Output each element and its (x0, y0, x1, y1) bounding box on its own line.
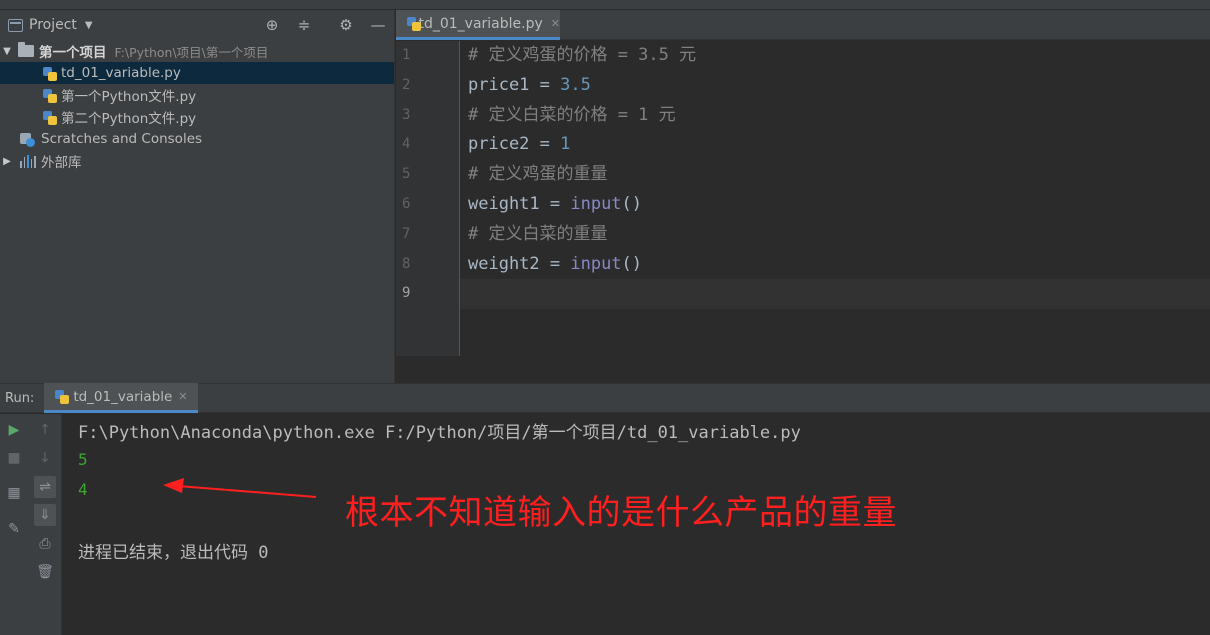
stop-icon[interactable]: ■ (3, 447, 25, 469)
file-name: 第一个Python文件.py (61, 89, 197, 105)
line-number: 4 (402, 136, 411, 153)
line-number: 8 (402, 255, 411, 272)
root-folder-name: 第一个项目 (39, 45, 107, 61)
code-line[interactable]: # 定义鸡蛋的重量 (460, 160, 1210, 190)
run-icon[interactable]: ▶ (3, 419, 25, 441)
code-text: weight1 = (468, 193, 571, 214)
project-toolbar: ⊕ ≑ ⚙ — (256, 10, 394, 40)
scroll-to-end-icon[interactable]: ⇓ (34, 504, 56, 526)
line-number: 6 (402, 195, 411, 212)
gear-icon[interactable]: ⚙ (330, 16, 362, 34)
project-panel-title: Project (29, 17, 77, 33)
folder-icon (18, 42, 34, 57)
code-comment: # 定义鸡蛋的重量 (468, 164, 608, 185)
code-builtin: input (570, 193, 622, 214)
console-exit-message: 进程已结束，退出代码 0 (78, 543, 269, 563)
code-editor[interactable]: 123456789 # 定义鸡蛋的价格 = 3.5 元 price1 = 3.5 #… (396, 41, 1210, 383)
editor-tab-bar: td_01_variable.py ✕ (396, 10, 1210, 40)
external-libs-label: 外部库 (41, 155, 82, 171)
code-line[interactable]: # 定义白菜的重量 (460, 220, 1210, 250)
python-file-icon (42, 88, 57, 103)
code-number: 1 (560, 134, 571, 155)
down-icon[interactable]: ↓ (34, 447, 56, 469)
chevron-down-icon[interactable]: ▼ (85, 20, 93, 31)
collapse-icon[interactable]: ≑ (288, 16, 320, 34)
code-line[interactable]: weight2 = input() (460, 250, 1210, 280)
code-text: () (621, 193, 643, 214)
tree-external-libs[interactable]: ▶ 外部库 (0, 150, 394, 172)
code-line[interactable]: price2 = 1 (460, 130, 1210, 160)
python-file-icon (54, 389, 70, 404)
code-text: price2 = (468, 134, 561, 155)
file-name: td_01_variable.py (61, 65, 181, 81)
code-comment: # 定义白菜的价格 = 1 元 (468, 104, 676, 125)
console-input-line: 4 (78, 480, 88, 499)
minimize-icon[interactable]: — (362, 16, 394, 34)
console-command: F:\Python\Anaconda\python.exe F:/Python/… (78, 423, 801, 443)
annotation-text: 根本不知道输入的是什么产品的重量 (345, 493, 897, 533)
pin-icon[interactable]: ✎ (3, 518, 25, 540)
run-tab[interactable]: td_01_variable ✕ (44, 383, 198, 413)
root-folder-path: F:\Python\项目\第一个项目 (114, 44, 269, 60)
code-line[interactable]: # 定义白菜的价格 = 1 元 (460, 101, 1210, 131)
run-tab-label: td_01_variable (73, 388, 173, 405)
code-text: () (621, 253, 643, 274)
run-toolbar: ▶ ↑ ■ ↓ ▦ ⇌ ⇓ ✎ ⎙ 🗑 (0, 414, 62, 635)
line-number-gutter: 1 2 3 4 5 6 7 8 9 (396, 41, 460, 356)
tree-file-item[interactable]: 第一个Python文件.py (0, 84, 394, 106)
print-icon[interactable]: ⎙ (34, 533, 56, 555)
run-label: Run: (5, 390, 35, 406)
expand-arrow-icon[interactable]: ▼ (0, 46, 14, 57)
line-number: 1 (402, 47, 411, 63)
code-builtin: input (570, 253, 622, 274)
expand-arrow-icon[interactable]: ▶ (0, 156, 14, 167)
scratches-icon (20, 132, 36, 147)
run-tab-bar: Run: td_01_variable ✕ (0, 383, 1210, 413)
close-icon[interactable]: ✕ (178, 390, 187, 403)
code-line[interactable]: weight1 = input() (460, 190, 1210, 220)
console-input-line: 5 (78, 450, 88, 469)
file-name: 第二个Python文件.py (61, 111, 197, 127)
line-number: 5 (402, 166, 411, 183)
line-number: 9 (402, 285, 411, 302)
editor-tab-label: td_01_variable.py (418, 15, 543, 32)
tree-file-item[interactable]: td_01_variable.py (0, 62, 394, 84)
project-view-icon (8, 18, 23, 32)
editor-tab[interactable]: td_01_variable.py ✕ (396, 10, 560, 40)
tree-root-folder[interactable]: ▼ 第一个项目 F:\Python\项目\第一个项目 (0, 40, 394, 62)
locate-icon[interactable]: ⊕ (256, 16, 288, 34)
project-tree: ▼ 第一个项目 F:\Python\项目\第一个项目 td_01_variabl… (0, 40, 394, 172)
code-line[interactable] (460, 279, 1210, 310)
code-comment: # 定义鸡蛋的价格 = 3.5 元 (468, 45, 697, 65)
code-comment: # 定义白菜的重量 (468, 223, 608, 244)
python-file-icon (42, 66, 57, 81)
code-text: price1 = (468, 74, 561, 95)
close-icon[interactable]: ✕ (551, 17, 560, 30)
library-icon (20, 154, 36, 168)
layout-icon[interactable]: ▦ (3, 482, 25, 504)
line-number: 2 (402, 76, 411, 93)
code-line[interactable]: # 定义鸡蛋的价格 = 3.5 元 (460, 41, 1210, 71)
tree-scratches[interactable]: Scratches and Consoles (0, 128, 394, 150)
line-number: 7 (402, 225, 411, 242)
project-panel: Project ▼ ⊕ ≑ ⚙ — ▼ 第一个项目 F:\Python\项目\第… (0, 10, 395, 383)
title-strip (0, 0, 1210, 10)
code-line[interactable]: price1 = 3.5 (460, 71, 1210, 101)
line-number: 3 (402, 106, 411, 123)
python-file-icon (406, 16, 422, 31)
code-area[interactable]: # 定义鸡蛋的价格 = 3.5 元 price1 = 3.5 # 定义白菜的价格 =… (460, 41, 1210, 310)
python-file-icon (42, 110, 57, 125)
code-number: 3.5 (560, 74, 591, 95)
tree-file-item[interactable]: 第二个Python文件.py (0, 106, 394, 128)
up-icon[interactable]: ↑ (34, 419, 56, 441)
code-text: weight2 = (468, 253, 571, 274)
soft-wrap-icon[interactable]: ⇌ (34, 476, 56, 498)
trash-icon[interactable]: 🗑 (34, 561, 56, 583)
scratches-label: Scratches and Consoles (41, 131, 203, 147)
